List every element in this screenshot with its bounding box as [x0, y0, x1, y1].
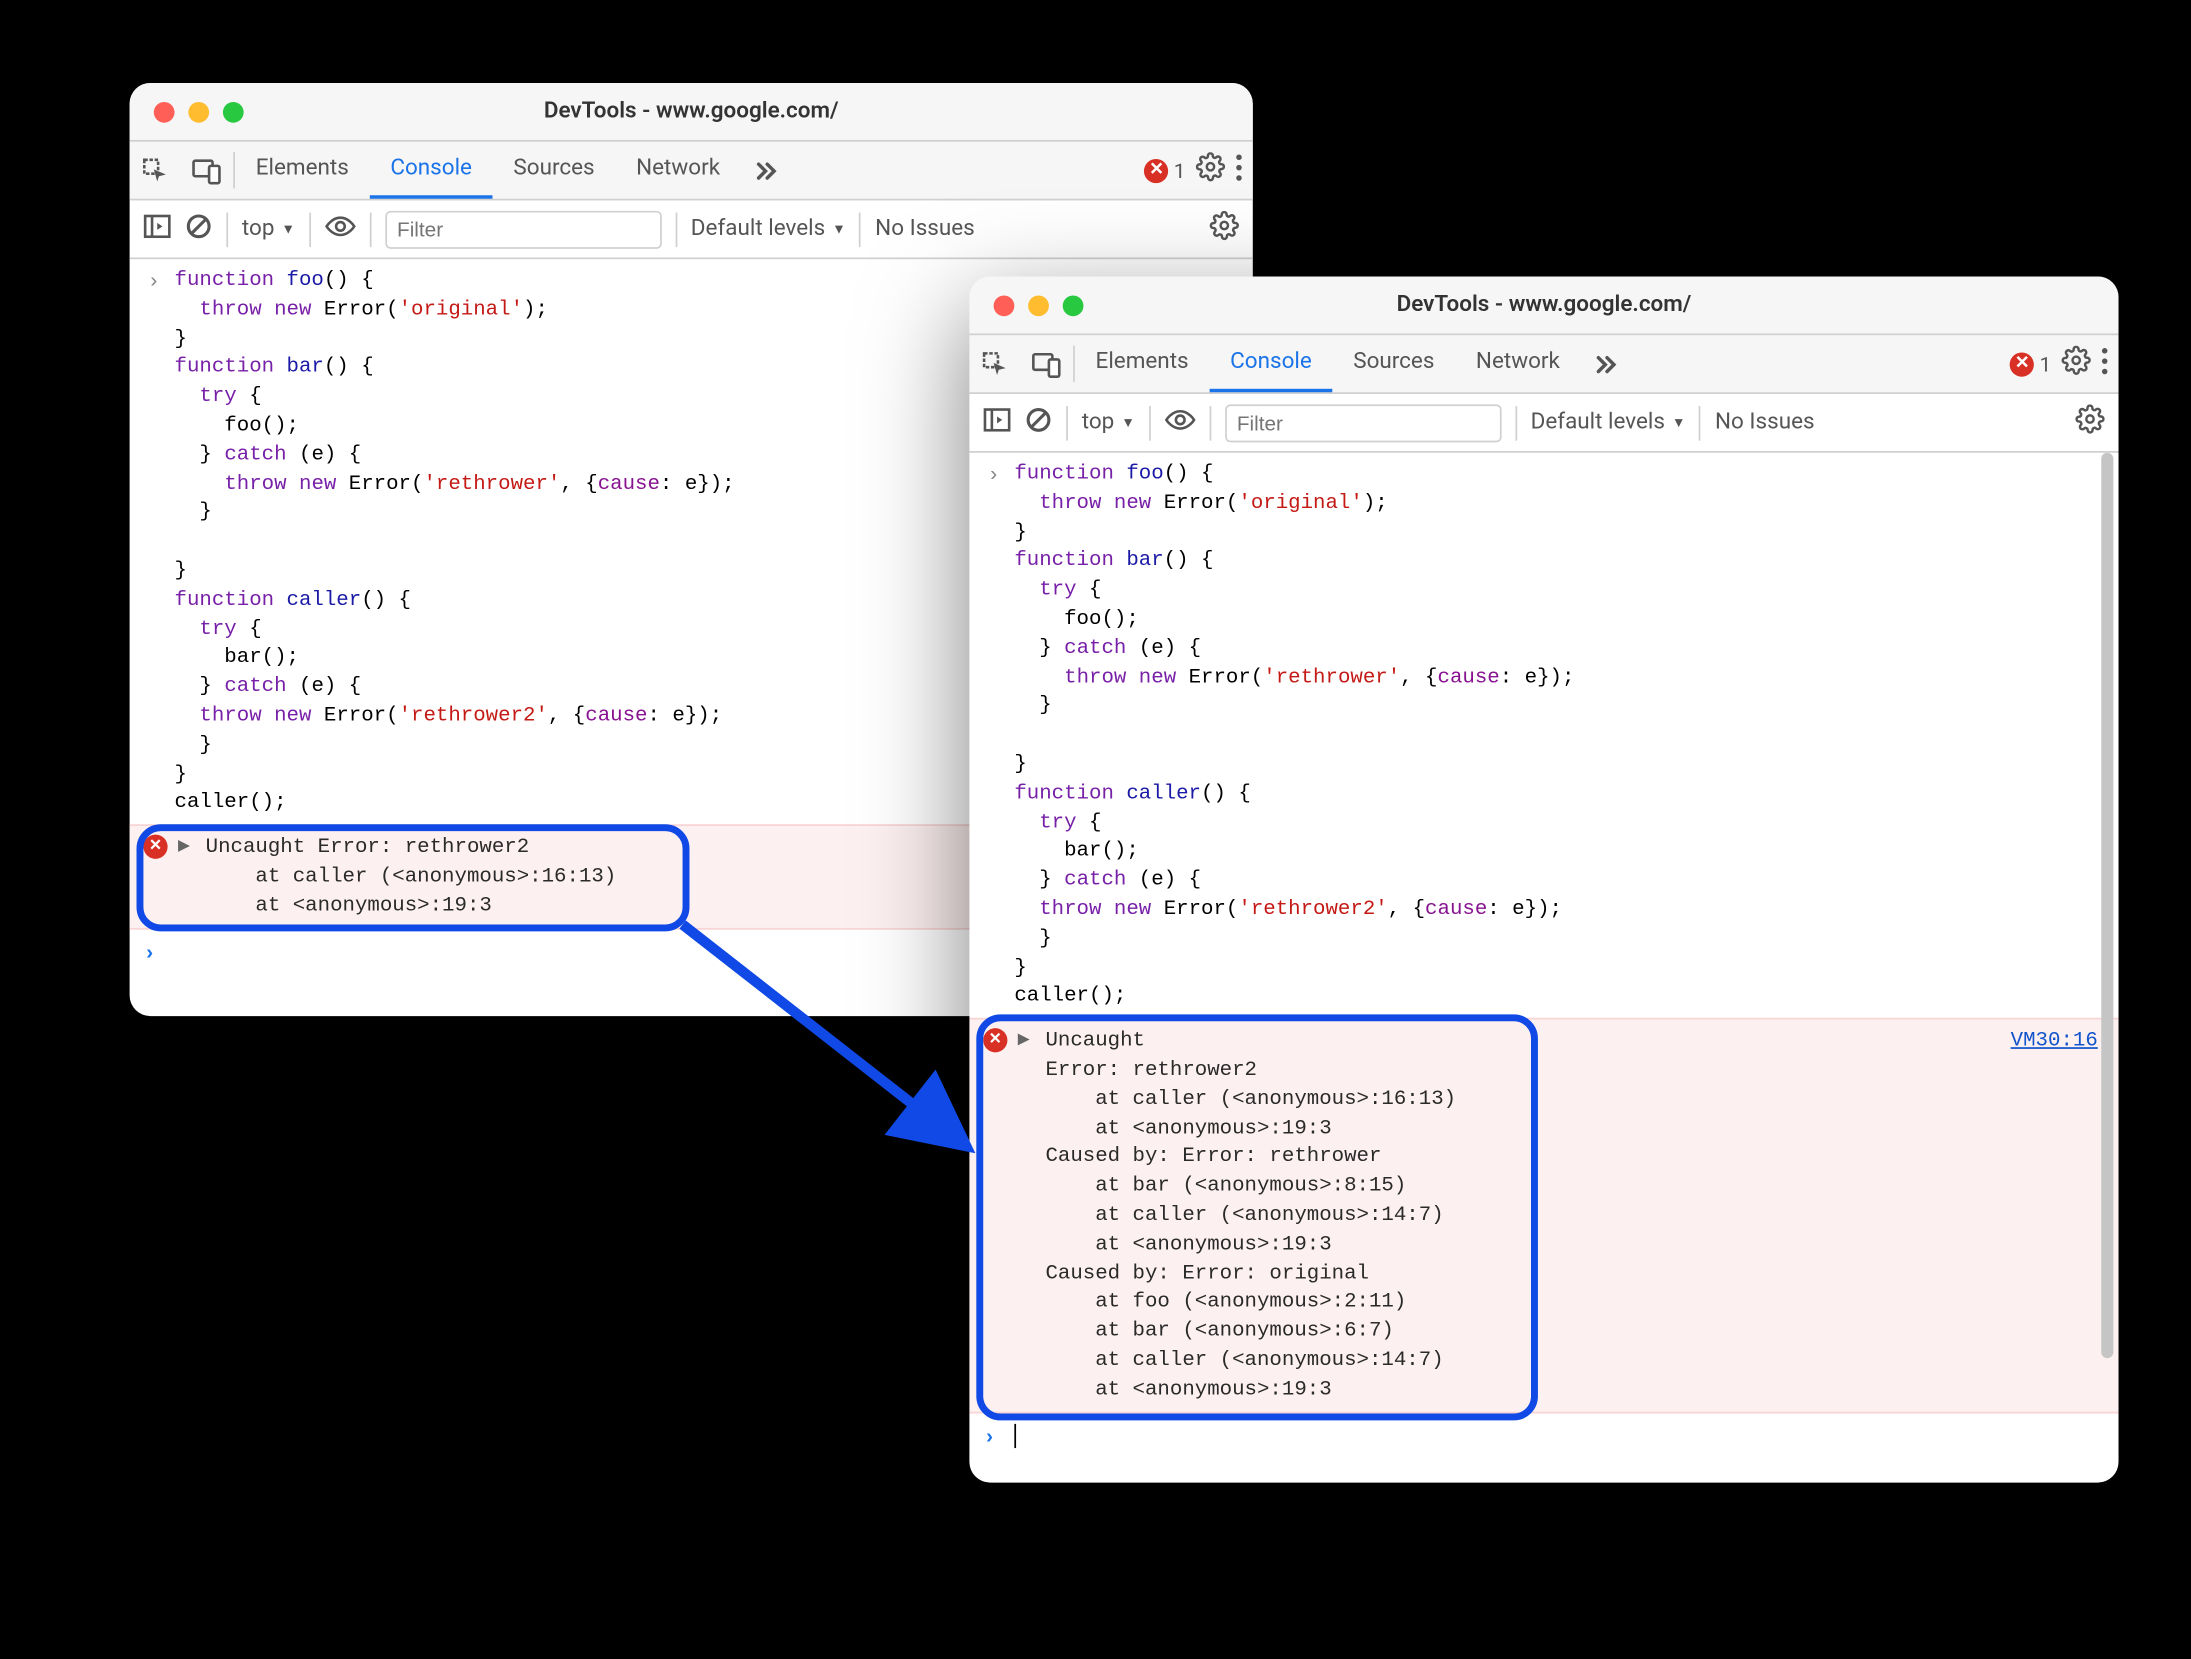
- error-icon: ✕: [143, 835, 167, 859]
- console-settings-gear-icon[interactable]: [2075, 404, 2104, 440]
- console-toolbar: top ▼ Default levels ▼ No Issues: [130, 200, 1253, 259]
- sidebar-toggle-icon[interactable]: [143, 213, 171, 244]
- titlebar: DevTools - www.google.com/: [130, 83, 1253, 142]
- error-count: 1: [1174, 158, 1186, 182]
- tab-network[interactable]: Network: [1455, 335, 1580, 392]
- tab-elements[interactable]: Elements: [1075, 335, 1210, 392]
- input-chevron-icon: ›: [143, 266, 164, 817]
- close-button[interactable]: [994, 295, 1015, 316]
- window-title: DevTools - www.google.com/: [130, 98, 1253, 124]
- error-text: Uncaught Error: rethrower2 at caller (<a…: [1045, 1027, 1456, 1404]
- tab-console[interactable]: Console: [370, 142, 493, 199]
- console-settings-gear-icon[interactable]: [1210, 211, 1239, 247]
- context-selector[interactable]: top ▼: [242, 216, 295, 242]
- log-levels-selector[interactable]: Default levels ▼: [1531, 410, 1686, 436]
- tab-sources[interactable]: Sources: [493, 142, 616, 199]
- tab-elements[interactable]: Elements: [235, 142, 370, 199]
- console-toolbar: top ▼ Default levels ▼ No Issues: [969, 394, 2118, 453]
- minimize-button[interactable]: [188, 101, 209, 122]
- window-title: DevTools - www.google.com/: [969, 292, 2118, 318]
- source-link[interactable]: VM30:16: [2011, 1027, 2098, 1056]
- tab-console[interactable]: Console: [1209, 335, 1332, 392]
- console-output: › function foo() { throw new Error('orig…: [969, 453, 2118, 1483]
- live-expression-icon[interactable]: [1164, 407, 1195, 438]
- inspect-icon[interactable]: [969, 335, 1021, 392]
- titlebar: DevTools - www.google.com/: [969, 276, 2118, 335]
- scrollbar-thumb[interactable]: [2101, 453, 2113, 1359]
- prompt-chevron-icon: ›: [143, 939, 164, 968]
- expand-icon[interactable]: ▶: [178, 833, 195, 920]
- settings-gear-icon[interactable]: [1196, 152, 1225, 188]
- expand-icon[interactable]: ▶: [1018, 1027, 1035, 1404]
- devtools-window-after: DevTools - www.google.com/ Elements Cons…: [969, 276, 2118, 1482]
- prompt-chevron-icon: ›: [983, 1423, 1004, 1452]
- scrollbar[interactable]: [2101, 453, 2115, 1483]
- devtools-tabbar: Elements Console Sources Network ✕ 1: [130, 142, 1253, 201]
- clear-console-icon[interactable]: [1025, 405, 1053, 440]
- error-count-badge[interactable]: ✕ 1: [2010, 352, 2051, 376]
- log-levels-selector[interactable]: Default levels ▼: [691, 216, 846, 242]
- more-tabs-icon[interactable]: [741, 142, 789, 199]
- chevron-down-icon: ▼: [832, 221, 846, 237]
- close-button[interactable]: [154, 101, 175, 122]
- tab-list: Elements Console Sources Network: [1075, 335, 1581, 392]
- code-text: function foo() { throw new Error('origin…: [1014, 460, 1574, 1011]
- code-entry: › function foo() { throw new Error('orig…: [969, 453, 2118, 1018]
- zoom-button[interactable]: [223, 101, 244, 122]
- chevron-down-icon: ▼: [1672, 415, 1686, 431]
- chevron-down-icon: ▼: [1121, 415, 1135, 431]
- minimize-button[interactable]: [1028, 295, 1049, 316]
- device-toggle-icon[interactable]: [181, 142, 233, 199]
- settings-gear-icon[interactable]: [2062, 346, 2091, 382]
- error-message[interactable]: ✕ ▶ Uncaught Error: rethrower2 at caller…: [969, 1018, 2118, 1413]
- error-text: Uncaught Error: rethrower2 at caller (<a…: [206, 833, 617, 920]
- tab-sources[interactable]: Sources: [1333, 335, 1456, 392]
- traffic-lights: [130, 101, 244, 122]
- filter-input[interactable]: [385, 210, 661, 248]
- code-text: function foo() { throw new Error('origin…: [175, 266, 735, 817]
- context-selector[interactable]: top ▼: [1082, 410, 1135, 436]
- device-toggle-icon[interactable]: [1021, 335, 1073, 392]
- live-expression-icon[interactable]: [324, 213, 355, 244]
- text-cursor: [1014, 1423, 1016, 1447]
- traffic-lights: [969, 295, 1083, 316]
- sidebar-toggle-icon[interactable]: [983, 407, 1011, 438]
- console-prompt[interactable]: ›: [969, 1413, 2118, 1463]
- error-count: 1: [2039, 352, 2051, 376]
- kebab-menu-icon[interactable]: [1236, 153, 1243, 188]
- error-icon: ✕: [983, 1028, 1007, 1052]
- error-count-badge[interactable]: ✕ 1: [1144, 158, 1185, 182]
- kebab-menu-icon[interactable]: [2101, 346, 2108, 381]
- issues-button[interactable]: No Issues: [875, 216, 975, 242]
- issues-button[interactable]: No Issues: [1715, 410, 1815, 436]
- input-chevron-icon: ›: [983, 460, 1004, 1011]
- devtools-tabbar: Elements Console Sources Network ✕ 1: [969, 335, 2118, 394]
- clear-console-icon[interactable]: [185, 212, 213, 247]
- filter-input[interactable]: [1225, 403, 1501, 441]
- tab-list: Elements Console Sources Network: [235, 142, 741, 199]
- inspect-icon[interactable]: [130, 142, 182, 199]
- tab-network[interactable]: Network: [615, 142, 740, 199]
- chevron-down-icon: ▼: [281, 221, 295, 237]
- more-tabs-icon[interactable]: [1581, 335, 1629, 392]
- zoom-button[interactable]: [1063, 295, 1084, 316]
